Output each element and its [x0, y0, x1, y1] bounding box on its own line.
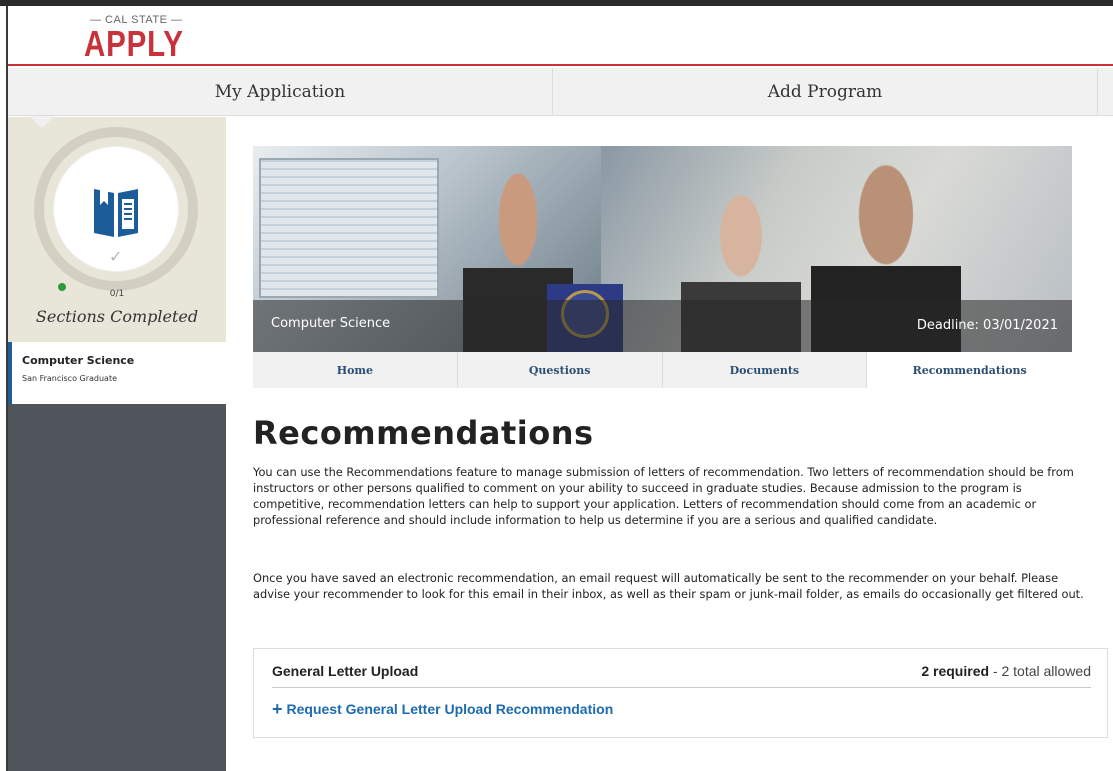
tab-recommendations[interactable]: Recommendations	[867, 352, 1072, 388]
book-icon	[94, 189, 138, 237]
banner-program-title: Computer Science	[271, 316, 391, 331]
sidebar-program-name: Computer Science	[22, 354, 135, 367]
logo-main-text: APPLY	[84, 23, 184, 64]
plus-icon: +	[272, 699, 283, 719]
tab-home[interactable]: Home	[253, 352, 458, 388]
nav-add-program[interactable]: Add Program	[553, 68, 1098, 116]
email-info-paragraph: Once you have saved an electronic recomm…	[253, 571, 1084, 601]
main-nav: My Application Add Program	[8, 68, 1113, 116]
progress-panel: ✓ 0/1 Sections Completed	[8, 117, 226, 342]
nav-my-application[interactable]: My Application	[8, 68, 553, 116]
page-title: Recommendations	[253, 414, 594, 452]
banner-deadline: Deadline: 03/01/2021	[916, 318, 1058, 333]
progress-ring: ✓	[34, 127, 198, 291]
recommendation-card: General Letter Upload 2 required - 2 tot…	[253, 648, 1108, 738]
sections-count: 0/1	[109, 289, 125, 299]
nav-active-caret	[30, 116, 54, 128]
recommendation-requirement: 2 required - 2 total allowed	[921, 663, 1091, 679]
divider	[272, 687, 1091, 688]
progress-ring-center: ✓	[54, 147, 178, 271]
request-recommendation-label: Request General Letter Upload Recommenda…	[286, 701, 614, 717]
sidebar-program-item[interactable]: Computer Science San Francisco Graduate	[8, 342, 226, 404]
program-banner: Computer Science Deadline: 03/01/2021	[253, 146, 1072, 352]
program-tabs: Home Questions Documents Recommendations	[253, 352, 1072, 388]
cal-state-apply-logo[interactable]: — CAL STATE — APPLY	[84, 14, 194, 66]
sidebar-dark-area	[8, 404, 226, 771]
tab-documents[interactable]: Documents	[662, 352, 868, 388]
recommendation-heading: General Letter Upload	[272, 663, 419, 679]
sections-completed-label: Sections Completed	[35, 307, 199, 326]
intro-paragraph: You can use the Recommendations feature …	[253, 465, 1074, 527]
request-recommendation-link[interactable]: + Request General Letter Upload Recommen…	[272, 699, 614, 719]
allowed-count: - 2 total allowed	[989, 663, 1091, 679]
required-count: 2 required	[921, 663, 990, 679]
check-icon: ✓	[109, 247, 123, 266]
tab-questions[interactable]: Questions	[457, 352, 663, 388]
header: — CAL STATE — APPLY	[8, 6, 1113, 66]
sidebar-program-campus: San Francisco Graduate	[22, 374, 117, 383]
banner-poster	[259, 158, 439, 298]
